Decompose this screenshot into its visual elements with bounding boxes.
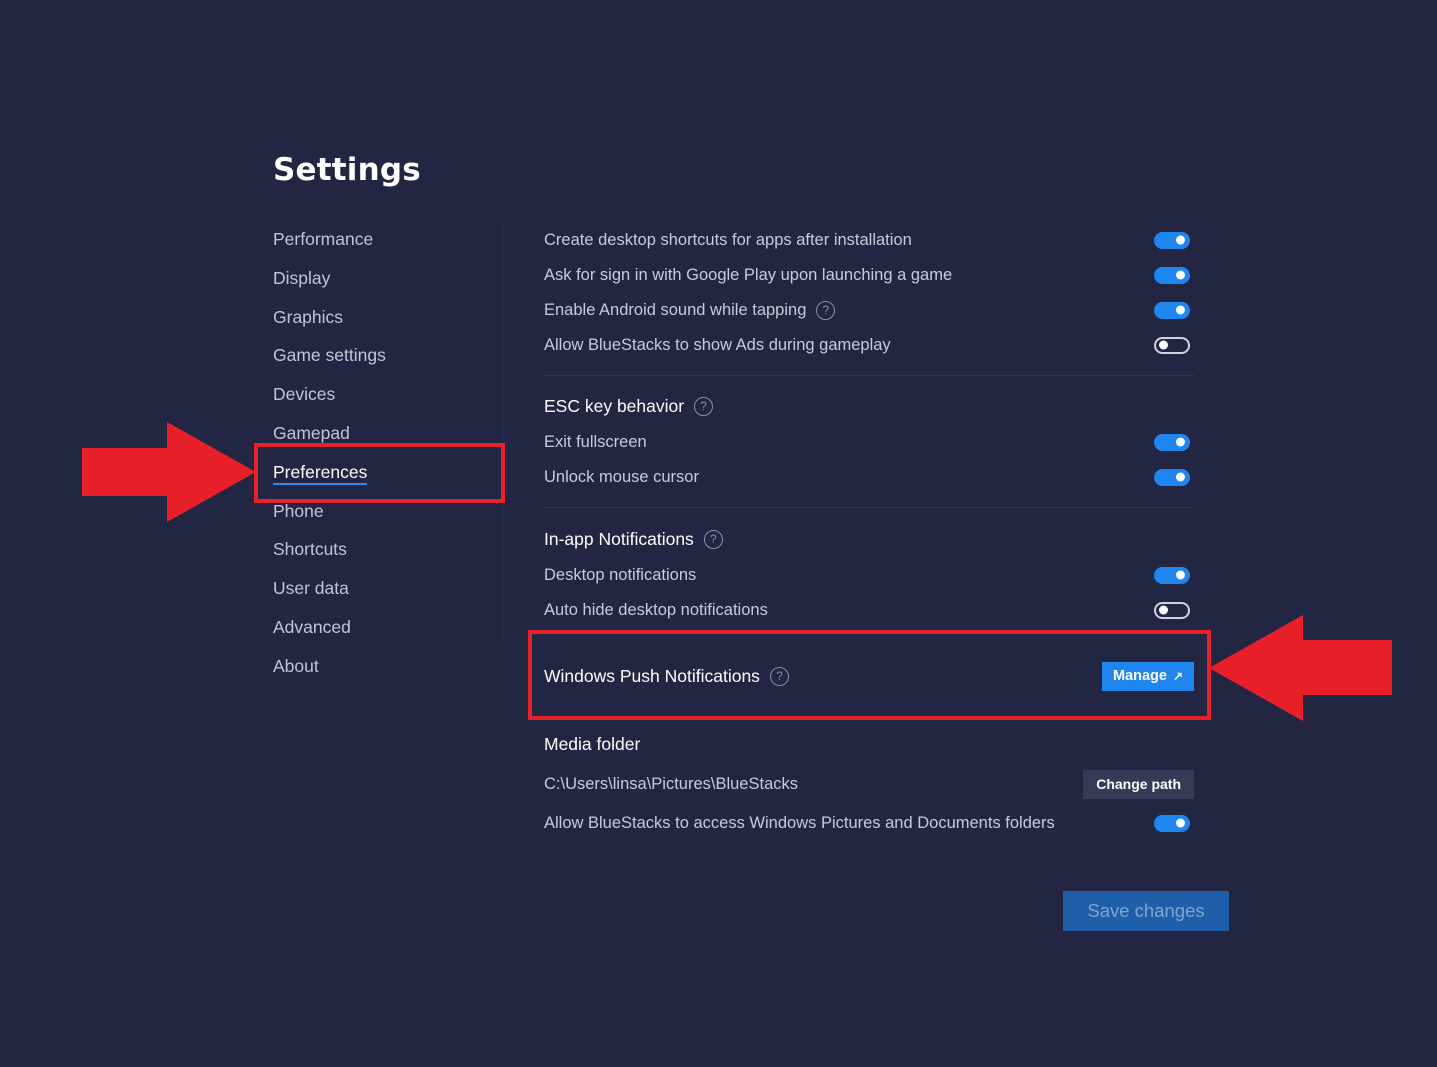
setting-label: Ask for sign in with Google Play upon la…: [544, 265, 953, 284]
sidebar-item-label: Advanced: [273, 616, 351, 637]
section-divider: [544, 375, 1194, 376]
sidebar-item-label: Devices: [273, 384, 336, 405]
annotation-arrow-right-icon: [82, 422, 256, 522]
media-section-header: Media folder: [544, 728, 1194, 760]
setting-row-desktop-shortcuts: Create desktop shortcuts for apps after …: [544, 224, 1194, 256]
android-sound-toggle[interactable]: [1154, 301, 1190, 319]
setting-label: Exit fullscreen: [544, 432, 647, 451]
toggle-knob: [1176, 235, 1185, 245]
sidebar-item-label: Game settings: [273, 345, 386, 366]
toggle-knob: [1176, 472, 1185, 482]
toggle-knob: [1176, 818, 1185, 828]
annotation-arrow-left-icon: [1209, 615, 1392, 721]
toggle-knob: [1159, 605, 1168, 615]
exit-fullscreen-toggle[interactable]: [1154, 433, 1190, 451]
setting-row-auto-hide: Auto hide desktop notifications: [544, 594, 1194, 626]
sidebar-item-label: Performance: [273, 229, 374, 249]
sidebar-item-display[interactable]: Display: [273, 263, 503, 302]
setting-label: Create desktop shortcuts for apps after …: [544, 230, 912, 249]
sidebar-item-user-data[interactable]: User data: [273, 573, 503, 612]
sidebar-item-performance[interactable]: Performance: [273, 224, 503, 263]
unlock-cursor-toggle[interactable]: [1154, 468, 1190, 486]
save-changes-button[interactable]: Save changes: [1063, 891, 1229, 931]
sidebar-item-shortcuts[interactable]: Shortcuts: [273, 534, 503, 573]
change-path-button[interactable]: Change path: [1083, 769, 1194, 799]
setting-label: Allow BlueStacks to access Windows Pictu…: [544, 813, 1055, 832]
setting-label: Unlock mouse cursor: [544, 467, 699, 486]
setting-label: Enable Android sound while tapping: [544, 300, 807, 319]
desktop-notifications-toggle[interactable]: [1154, 566, 1190, 584]
setting-row-show-ads: Allow BlueStacks to show Ads during game…: [544, 329, 1194, 361]
sidebar-item-graphics[interactable]: Graphics: [273, 302, 503, 341]
help-icon[interactable]: ?: [694, 396, 714, 416]
google-sign-in-toggle[interactable]: [1154, 266, 1190, 284]
sidebar-divider: [502, 222, 503, 642]
desktop-shortcuts-toggle[interactable]: [1154, 231, 1190, 249]
section-title-wrap: In-app Notifications ?: [544, 529, 723, 550]
section-title-wrap: ESC key behavior ?: [544, 395, 714, 417]
highlight-box-preferences: [254, 443, 505, 503]
section-divider: [544, 507, 1194, 508]
allow-access-toggle[interactable]: [1154, 814, 1190, 832]
toggle-knob: [1176, 570, 1185, 580]
setting-row-exit-fullscreen: Exit fullscreen: [544, 426, 1194, 458]
media-path-row: C:\Users\linsa\Pictures\BlueStacks Chang…: [544, 768, 1194, 800]
media-section-title: Media folder: [544, 733, 641, 754]
sidebar-item-label: Display: [273, 267, 331, 288]
setting-label: Auto hide desktop notifications: [544, 600, 768, 619]
notifications-section-header: In-app Notifications ?: [544, 523, 1194, 555]
esc-section-header: ESC key behavior ?: [544, 390, 1194, 422]
setting-row-desktop-notifications: Desktop notifications: [544, 559, 1194, 591]
sidebar-item-devices[interactable]: Devices: [273, 379, 503, 418]
help-icon[interactable]: ?: [703, 529, 723, 549]
setting-label-wrap: Enable Android sound while tapping ?: [544, 300, 836, 320]
sidebar-item-label: About: [273, 655, 319, 676]
auto-hide-toggle[interactable]: [1154, 601, 1190, 619]
notifications-section-title: In-app Notifications: [544, 528, 694, 549]
setting-row-unlock-cursor: Unlock mouse cursor: [544, 461, 1194, 493]
show-ads-toggle[interactable]: [1154, 336, 1190, 354]
setting-row-android-sound: Enable Android sound while tapping ?: [544, 294, 1194, 326]
setting-row-google-sign-in: Ask for sign in with Google Play upon la…: [544, 259, 1194, 291]
sidebar-item-label: Shortcuts: [273, 539, 347, 560]
setting-label: Desktop notifications: [544, 565, 697, 584]
sidebar-item-label: Phone: [273, 500, 324, 521]
highlight-box-push-notifications: [528, 630, 1211, 720]
toggle-knob: [1159, 340, 1168, 350]
media-path-value: C:\Users\linsa\Pictures\BlueStacks: [544, 774, 799, 793]
sidebar-item-label: User data: [273, 578, 349, 599]
esc-section-title: ESC key behavior: [544, 395, 685, 416]
sidebar-item-label: Gamepad: [273, 422, 350, 443]
toggle-knob: [1176, 270, 1185, 280]
sidebar-item-advanced[interactable]: Advanced: [273, 612, 503, 651]
toggle-knob: [1176, 305, 1185, 315]
sidebar-item-label: Graphics: [273, 306, 344, 327]
sidebar-item-about[interactable]: About: [273, 651, 503, 690]
toggle-knob: [1176, 437, 1185, 447]
sidebar-item-game-settings[interactable]: Game settings: [273, 340, 503, 379]
settings-title: Settings: [273, 152, 421, 188]
help-icon[interactable]: ?: [816, 300, 836, 320]
setting-label: Allow BlueStacks to show Ads during game…: [544, 335, 891, 354]
setting-row-allow-access: Allow BlueStacks to access Windows Pictu…: [544, 807, 1194, 839]
